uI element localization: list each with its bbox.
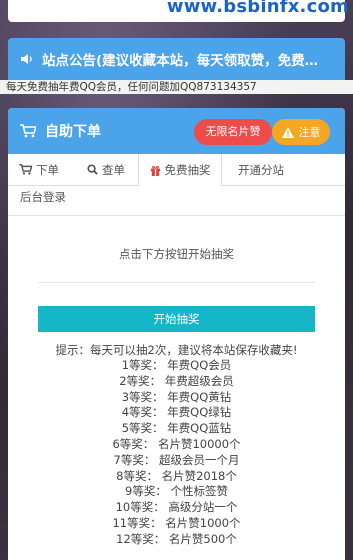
tab-free-lottery-label: 免费抽奖 (164, 163, 211, 177)
prize-item: 5等奖： 年费QQ蓝钻 (121, 421, 232, 436)
warning-icon (281, 126, 294, 138)
announcement-text: 站点公告(建议收藏本站，每天领取赞，免费… (42, 53, 319, 69)
speaker-icon (21, 54, 32, 64)
prize-item: 6等奖： 名片赞10000个 (112, 436, 241, 451)
search-icon (87, 164, 98, 175)
prize-item: 1等奖： 年费QQ会员 (121, 358, 232, 372)
lottery-divider (38, 282, 315, 283)
prize-item: 11等奖： 名片赞1000个 (112, 515, 241, 530)
prize-item: 7等奖： 超级会员一个月 (113, 452, 240, 467)
prize-list: 1等奖： 年费QQ会员 2等奖： 年费超级会员 3等奖： 年费QQ黄钻 4等奖：… (8, 358, 345, 548)
start-lottery-button[interactable]: 开始抽奖 (38, 306, 315, 332)
lottery-section: 点击下方按钮开始抽奖 开始抽奖 提示：每天可以抽2次，建议将本站保存收藏夹! 1… (8, 216, 345, 560)
announcement-bar[interactable]: 站点公告(建议收藏本站，每天领取赞，免费… (8, 38, 345, 80)
prize-item: 10等奖： 高级分站一个 (115, 500, 238, 515)
tab-admin-login[interactable]: 后台登录 (20, 189, 66, 205)
prize-item: 12等奖： 名片赞500个 (116, 531, 237, 546)
tab-query[interactable]: 查单 (76, 154, 136, 185)
unlimited-likes-button[interactable]: 无限名片赞 (194, 119, 272, 145)
tab-order[interactable]: 下单 (12, 154, 66, 185)
prize-item: 2等奖： 年费超级会员 (119, 373, 234, 388)
gift-icon (150, 165, 160, 176)
scrolling-notice: 每天免费抽年费QQ会员，任何问题加QQ873134357 (0, 80, 353, 94)
tab-open-substation-label: 开通分站 (238, 162, 284, 177)
prize-item: 3等奖： 年费QQ黄钻 (121, 389, 232, 404)
panel-title: 自助下单 (45, 124, 101, 140)
prize-item: 8等奖： 名片赞2018个 (116, 468, 237, 483)
tab-query-label: 查单 (102, 162, 125, 177)
tab-free-lottery[interactable]: 免费抽奖 (138, 154, 222, 186)
site-watermark: www.bsbinfx.com (166, 0, 349, 17)
notice-button-label: 注意 (298, 126, 321, 139)
order-panel: 自助下单 无限名片赞 注意 下单 查单 免费抽奖 开通分站 后台登录 点击下方按… (8, 108, 345, 560)
cart-icon (19, 164, 32, 175)
nav-tabs: 下单 查单 免费抽奖 开通分站 后台登录 (8, 154, 345, 216)
tab-open-substation[interactable]: 开通分站 (226, 154, 296, 185)
cart-icon (20, 124, 36, 138)
tab-order-label: 下单 (36, 162, 59, 177)
prize-item: 9等奖： 个性标签赞 (125, 484, 228, 499)
panel-header: 自助下单 无限名片赞 注意 (8, 108, 345, 154)
prize-item: 4等奖： 年费QQ绿钻 (121, 405, 232, 420)
lottery-hint: 点击下方按钮开始抽奖 (119, 247, 234, 261)
lottery-tip: 提示：每天可以抽2次，建议将本站保存收藏夹! (55, 343, 298, 357)
notice-button[interactable]: 注意 (272, 119, 330, 145)
